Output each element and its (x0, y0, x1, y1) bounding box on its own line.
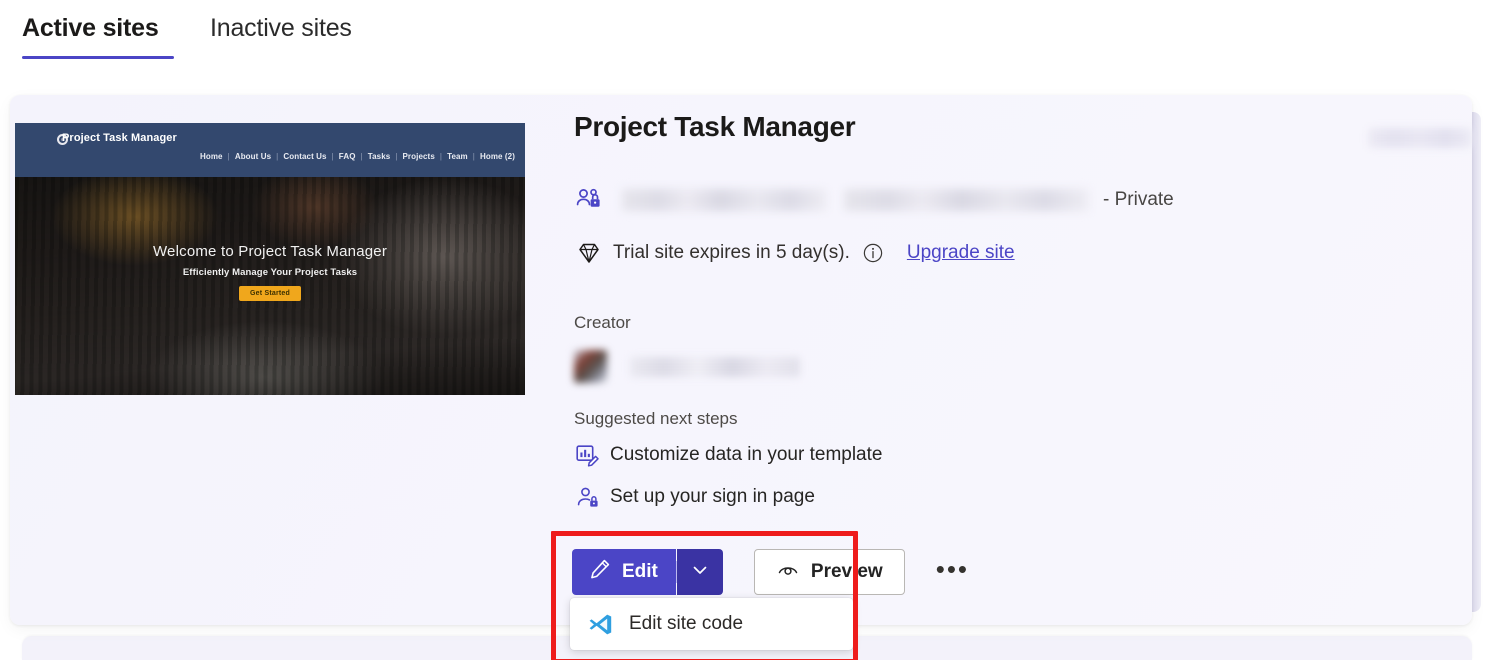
tab-bar: Active sites Inactive sites (0, 0, 1485, 72)
eye-icon (776, 557, 800, 587)
chevron-down-icon (690, 560, 710, 585)
site-thumbnail[interactable]: Project Task Manager Home|About Us|Conta… (15, 123, 525, 395)
site-privacy-row: - Private (574, 185, 1174, 215)
suggested-step-sign-in-page[interactable]: Set up your sign in page (574, 484, 815, 510)
tab-inactive-sites[interactable]: Inactive sites (210, 14, 352, 43)
sign-in-page-icon (574, 484, 600, 510)
hero-subtitle: Efficiently Manage Your Project Tasks (15, 267, 525, 278)
hero-get-started-button[interactable]: Get Started (239, 286, 301, 301)
creator-label: Creator (574, 313, 631, 333)
thumbnail-navbar: Project Task Manager Home|About Us|Conta… (15, 123, 525, 177)
thumbnail-hero-content: Welcome to Project Task Manager Efficien… (15, 243, 525, 301)
creator-row (574, 350, 800, 383)
redacted-site-url-secondary (844, 189, 1089, 211)
preview-button[interactable]: Preview (754, 549, 905, 595)
people-lock-icon (574, 185, 604, 215)
site-details: Project Task Manager (574, 110, 1454, 144)
edit-button[interactable]: Edit (572, 549, 676, 595)
edit-dropdown-menu[interactable]: Edit site code (570, 598, 853, 650)
page-root: Active sites Inactive sites Project Task… (0, 0, 1485, 660)
customize-data-icon (574, 442, 600, 468)
thumbnail-nav-links: Home|About Us|Contact Us|FAQ|Tasks|Proje… (200, 152, 515, 161)
redacted-site-url-primary (622, 189, 827, 211)
pencil-icon (589, 558, 611, 586)
edit-site-code-item: Edit site code (629, 613, 743, 635)
avatar (574, 350, 607, 383)
redacted-creator-name (630, 357, 800, 377)
thumbnail-brand: Project Task Manager (62, 132, 177, 144)
info-circle-icon[interactable] (863, 243, 883, 263)
suggested-step-customize-data[interactable]: Customize data in your template (574, 442, 882, 468)
card-stack-edge (1472, 112, 1481, 612)
upgrade-site-link[interactable]: Upgrade site (907, 242, 1015, 264)
action-button-row: Edit Preview ••• (572, 549, 969, 595)
edit-split-button[interactable]: Edit (572, 549, 723, 595)
diamond-gem-icon (574, 238, 604, 268)
redacted-badge (1368, 128, 1472, 148)
suggested-step-label: Customize data in your template (610, 444, 882, 466)
privacy-label: - Private (1103, 189, 1174, 211)
page-title: Project Task Manager (574, 110, 1454, 144)
suggested-next-steps-label: Suggested next steps (574, 409, 738, 429)
vscode-icon (588, 612, 613, 637)
edit-button-label: Edit (622, 561, 658, 583)
tab-active-indicator (22, 56, 174, 59)
trial-status-row: Trial site expires in 5 day(s). Upgrade … (574, 238, 1015, 268)
suggested-step-label: Set up your sign in page (610, 486, 815, 508)
preview-button-label: Preview (811, 561, 883, 583)
edit-dropdown-toggle[interactable] (677, 549, 723, 595)
trial-expiry-text: Trial site expires in 5 day(s). (613, 242, 850, 264)
more-options-button[interactable]: ••• (936, 556, 969, 588)
hero-title: Welcome to Project Task Manager (15, 243, 525, 260)
tab-active-sites[interactable]: Active sites (22, 14, 159, 43)
